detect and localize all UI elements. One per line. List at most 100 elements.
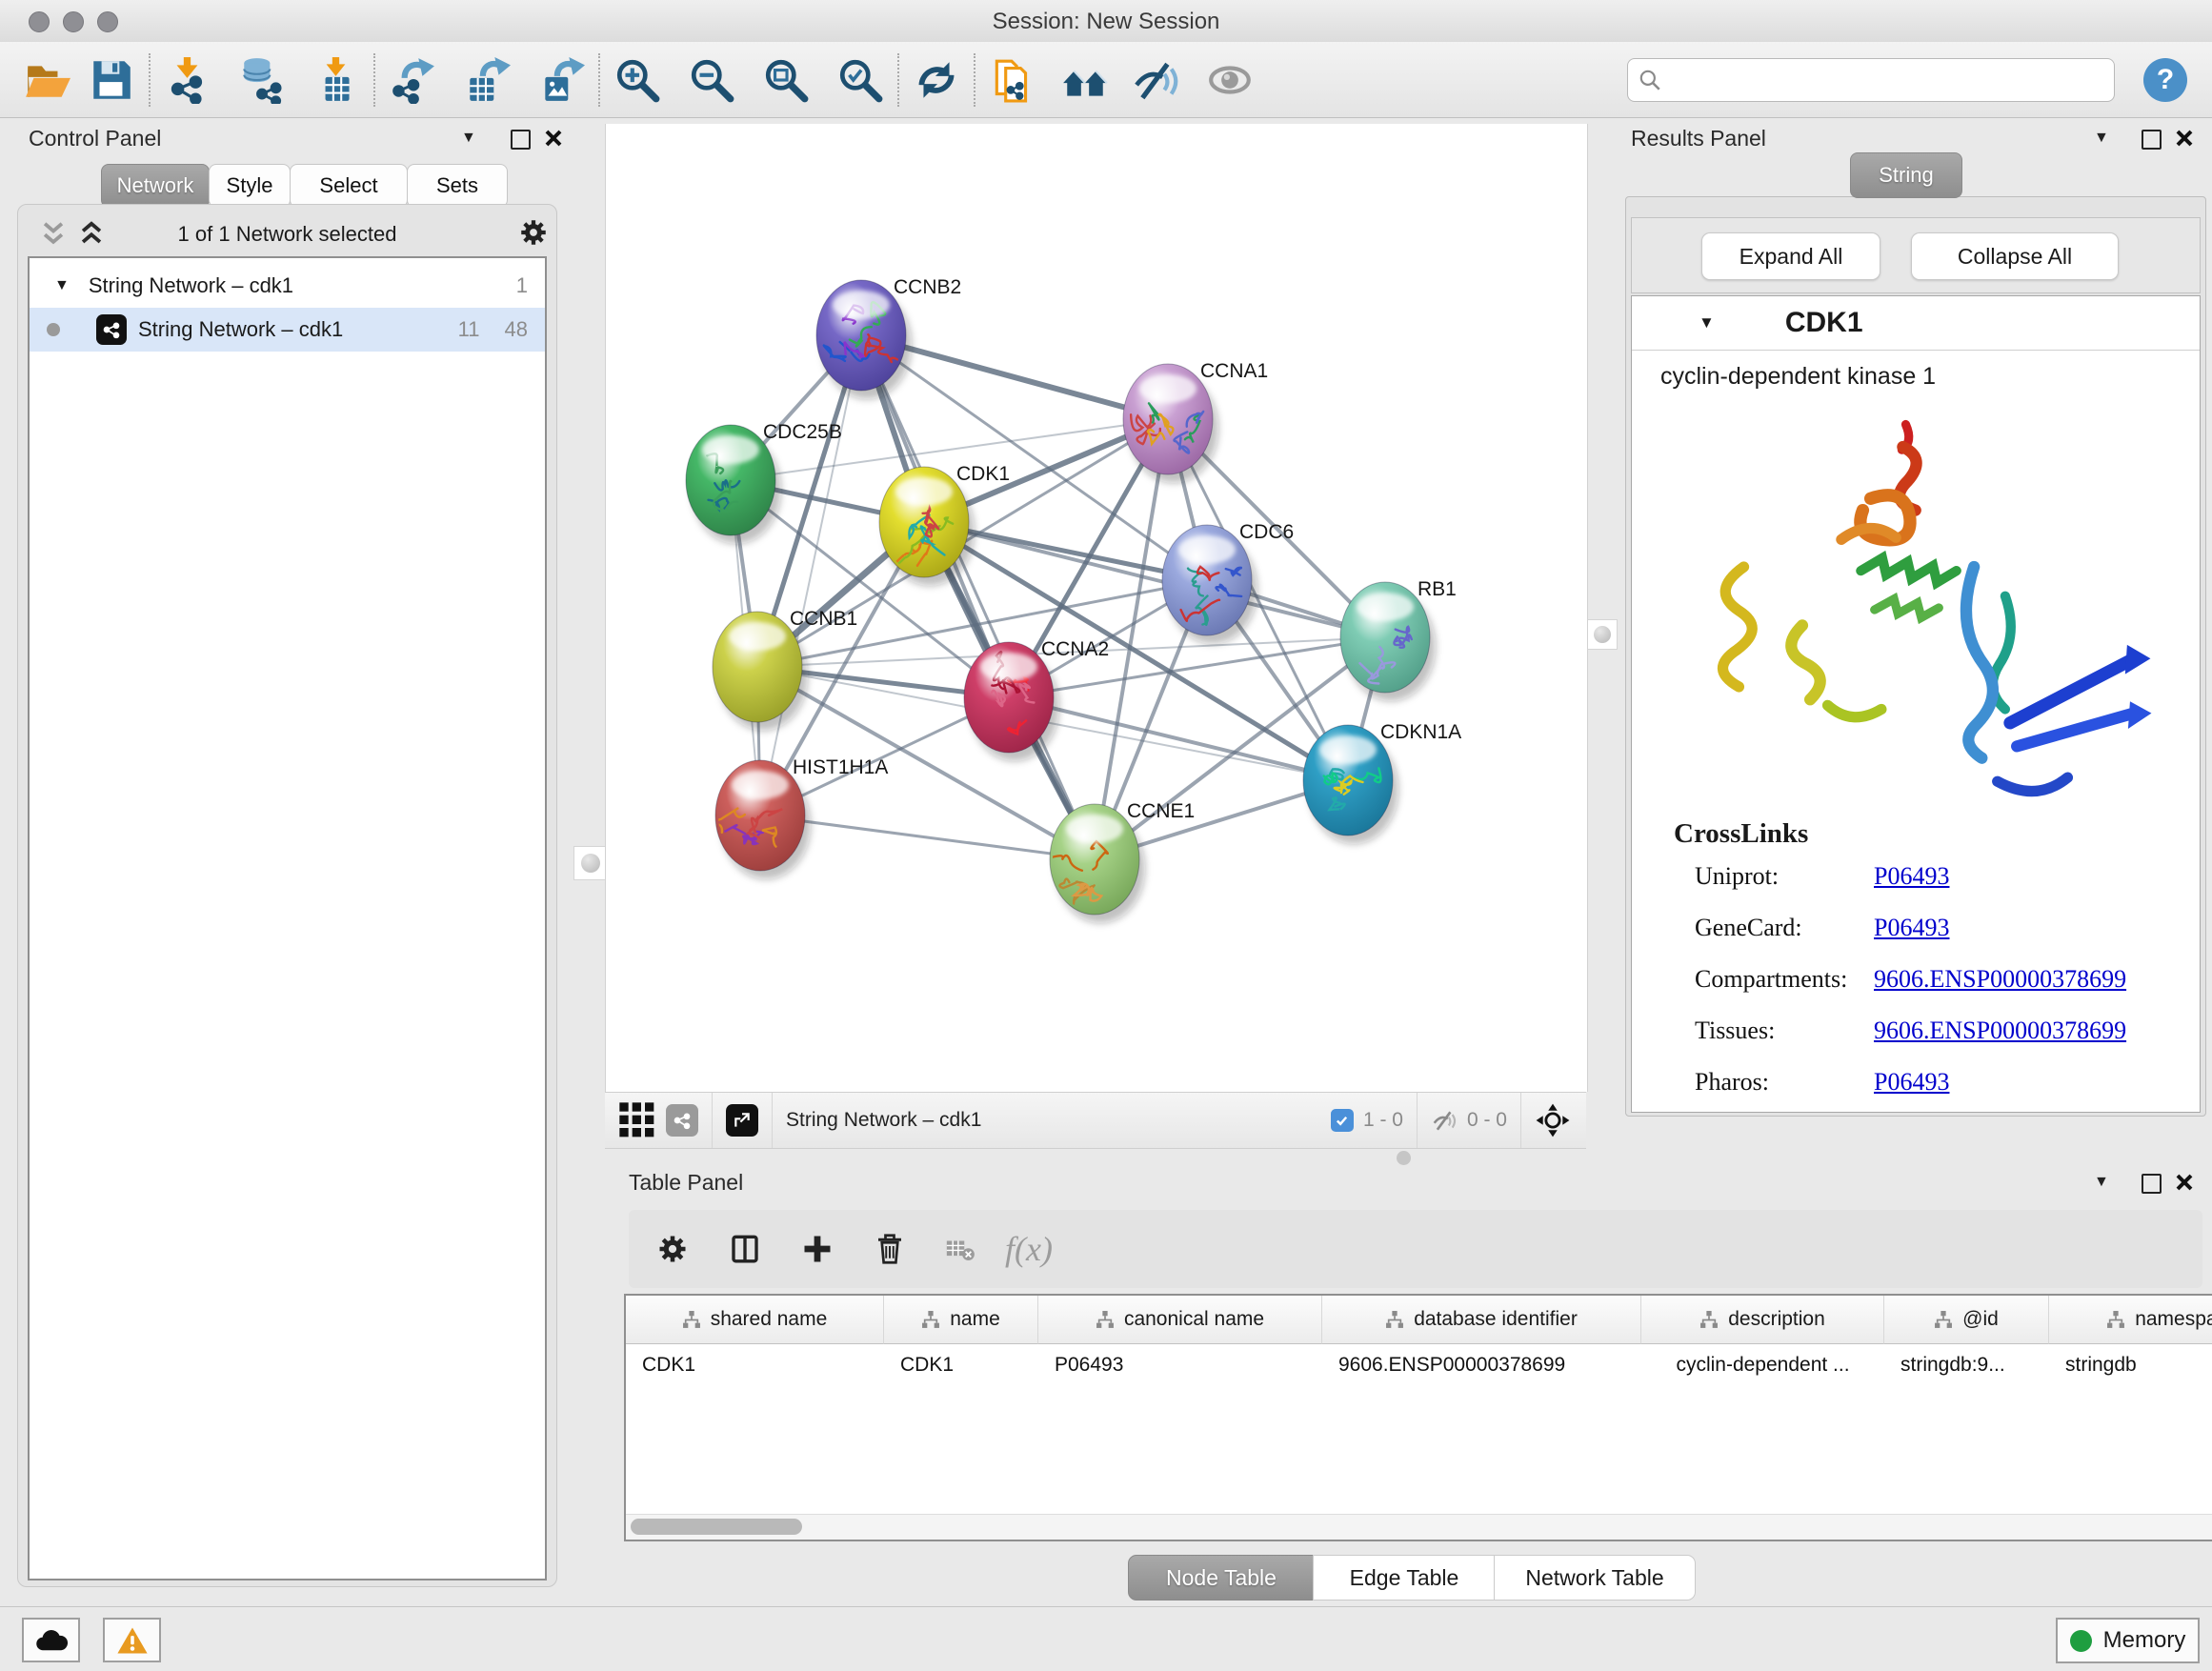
table-cell[interactable]: 9606.ENSP00000378699	[1322, 1344, 1641, 1386]
export-image-button[interactable]	[535, 54, 587, 106]
table-horizontal-scrollbar[interactable]	[626, 1514, 2212, 1540]
network-panel-body: 1 of 1 Network selected ▼ String Network…	[17, 204, 557, 1587]
node-label: CCNB2	[894, 276, 961, 298]
crosslink-compartments-link[interactable]: 9606.ENSP00000378699	[1874, 965, 2126, 994]
tab-node-table[interactable]: Node Table	[1128, 1555, 1315, 1601]
cloud-icon	[35, 1628, 68, 1653]
attribute-tree-icon	[1699, 1311, 1719, 1329]
column-header-namespace[interactable]: namespace	[2049, 1296, 2212, 1344]
open-session-button[interactable]	[21, 54, 72, 106]
warnings-button[interactable]	[103, 1618, 161, 1662]
show-panels-button[interactable]	[1059, 54, 1111, 106]
crosslink-uniprot-link[interactable]: P06493	[1874, 862, 1949, 891]
table-panel-menu-button[interactable]: ▼	[2094, 1174, 2109, 1191]
network-row-selected[interactable]: String Network – cdk1 11 48	[30, 308, 545, 352]
table-cell[interactable]: P06493	[1038, 1344, 1322, 1386]
crosslink-pharos-link[interactable]: P06493	[1874, 1068, 1949, 1097]
grid-view-button[interactable]	[618, 1095, 656, 1146]
import-table-button[interactable]	[311, 54, 362, 106]
hide-selected-button[interactable]	[1132, 54, 1183, 106]
table-panel-close-button[interactable]	[2174, 1172, 2195, 1193]
column-header-id[interactable]: @id	[1884, 1296, 2049, 1344]
show-columns-button[interactable]	[714, 1218, 775, 1279]
zoom-out-button[interactable]	[686, 54, 737, 106]
import-network-database-button[interactable]	[236, 54, 288, 106]
search-input[interactable]	[1662, 62, 2104, 98]
collection-expand-icon[interactable]: ▼	[54, 277, 70, 294]
detach-view-button[interactable]	[726, 1104, 758, 1137]
results-panel-menu-button[interactable]: ▼	[2094, 130, 2109, 147]
hidden-eye-slash-icon[interactable]	[1431, 1108, 1459, 1133]
gene-header-row[interactable]: ▼ CDK1	[1632, 296, 2200, 351]
expand-all-button[interactable]: Expand All	[1701, 232, 1880, 280]
delete-column-button[interactable]	[859, 1218, 920, 1279]
tab-network[interactable]: Network	[101, 164, 210, 208]
protein-structure-image	[1679, 403, 2175, 813]
scrollbar-thumb[interactable]	[631, 1519, 802, 1535]
network-canvas[interactable]: CCNB2CCNA1CDC25BCDK1CDC6RB1CCNB1CCNA2CDK…	[605, 124, 1588, 1092]
node-label: CDC25B	[763, 421, 842, 443]
network-view-type-button[interactable]	[666, 1104, 698, 1137]
tab-style[interactable]: Style	[209, 164, 291, 208]
birdseye-crosshair-button[interactable]	[1535, 1102, 1571, 1138]
zoom-fit-button[interactable]	[760, 54, 812, 106]
search-box[interactable]	[1627, 58, 2115, 102]
save-session-button[interactable]	[86, 54, 137, 106]
tab-network-table[interactable]: Network Table	[1494, 1555, 1696, 1601]
network-options-gear-button[interactable]	[517, 216, 550, 249]
table-cell[interactable]: stringdb:9...	[1884, 1344, 2049, 1386]
open-folder-icon	[23, 56, 70, 104]
network-graph[interactable]: CCNB2CCNA1CDC25BCDK1CDC6RB1CCNB1CCNA2CDK…	[606, 124, 1587, 1092]
eye-slash-icon	[1134, 56, 1181, 104]
export-network-button[interactable]	[387, 54, 438, 106]
cloud-status-button[interactable]	[22, 1618, 80, 1662]
column-header-shared-name[interactable]: shared name	[626, 1296, 884, 1344]
add-column-button[interactable]	[787, 1218, 848, 1279]
zoom-selected-button[interactable]	[835, 54, 886, 106]
network-selection-status: 1 of 1 Network selected	[18, 222, 556, 247]
right-splitter-handle[interactable]	[1587, 619, 1618, 650]
left-splitter-handle[interactable]	[573, 846, 608, 880]
paste-network-button[interactable]	[987, 54, 1038, 106]
crosslink-genecard-link[interactable]: P06493	[1874, 914, 1949, 942]
save-icon	[88, 56, 135, 104]
help-button[interactable]: ?	[2143, 58, 2187, 102]
control-panel-float-button[interactable]	[511, 130, 531, 150]
table-cell[interactable]: cyclin-dependent ...	[1641, 1344, 1884, 1386]
tab-edge-table[interactable]: Edge Table	[1313, 1555, 1496, 1601]
table-cell[interactable]: CDK1	[626, 1344, 884, 1386]
column-header-description[interactable]: description	[1641, 1296, 1884, 1344]
trash-icon	[873, 1232, 907, 1266]
collapse-all-button[interactable]: Collapse All	[1911, 232, 2119, 280]
table-cell[interactable]: stringdb	[2049, 1344, 2212, 1386]
tab-string[interactable]: String	[1850, 152, 1962, 198]
results-panel-close-button[interactable]	[2174, 128, 2195, 149]
network-status-dot	[47, 323, 60, 336]
results-panel-float-button[interactable]	[2142, 130, 2162, 150]
crosslink-tissues-link[interactable]: 9606.ENSP00000378699	[1874, 1017, 2126, 1045]
table-settings-button[interactable]	[642, 1218, 703, 1279]
show-all-button[interactable]	[1204, 54, 1256, 106]
network-collection-row[interactable]: ▼ String Network – cdk1 1	[30, 264, 545, 308]
node-table[interactable]: shared name name canonical name database…	[624, 1294, 2212, 1541]
column-header-name[interactable]: name	[884, 1296, 1038, 1344]
column-header-canonical-name[interactable]: canonical name	[1038, 1296, 1322, 1344]
tab-select[interactable]: Select	[290, 164, 408, 208]
column-header-database-identifier[interactable]: database identifier	[1322, 1296, 1641, 1344]
export-network-icon	[389, 56, 436, 104]
table-panel-float-button[interactable]	[2142, 1174, 2162, 1194]
export-table-button[interactable]	[461, 54, 513, 106]
refresh-button[interactable]	[911, 54, 962, 106]
control-panel-menu-button[interactable]: ▼	[461, 130, 476, 147]
import-network-file-button[interactable]	[162, 54, 213, 106]
eye-icon	[1206, 56, 1254, 104]
gene-collapse-icon[interactable]: ▼	[1699, 313, 1715, 332]
control-panel-close-button[interactable]	[543, 128, 564, 149]
zoom-in-button[interactable]	[612, 54, 663, 106]
table-cell[interactable]: CDK1	[884, 1344, 1038, 1386]
memory-button[interactable]: Memory	[2056, 1618, 2200, 1663]
bottom-splitter-handle[interactable]	[1397, 1151, 1411, 1165]
gene-description: cyclin-dependent kinase 1	[1660, 363, 1936, 391]
tab-sets[interactable]: Sets	[407, 164, 508, 208]
selected-checkbox-icon[interactable]	[1331, 1109, 1354, 1132]
